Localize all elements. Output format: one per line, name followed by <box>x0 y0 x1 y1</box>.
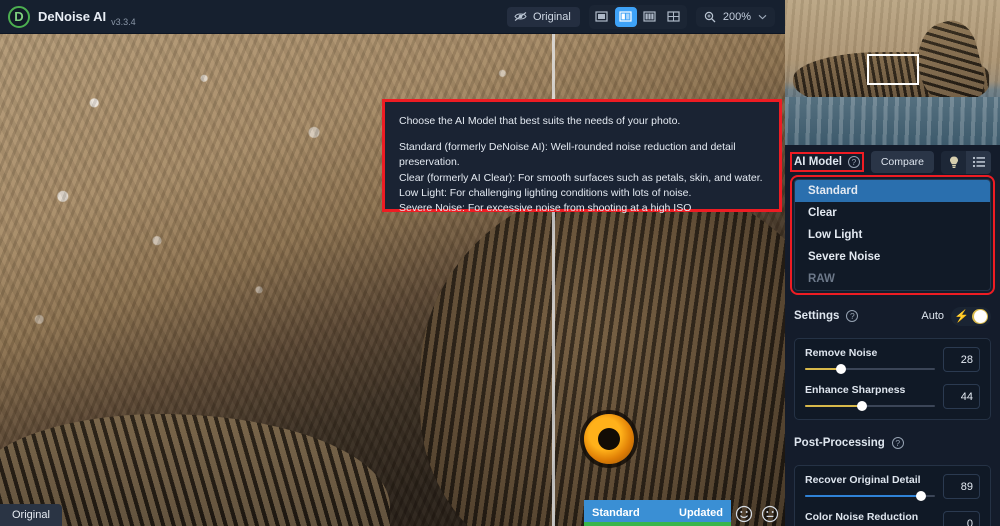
lightning-bolt-icon: ⚡ <box>954 309 969 323</box>
viewport-indicator[interactable] <box>867 54 919 85</box>
zoom-level-label: 200% <box>722 10 751 23</box>
view-tool-group <box>941 150 991 174</box>
tooltip-intro: Choose the AI Model that best suits the … <box>399 115 681 127</box>
tooltip-line-low-light: Low Light: For challenging lighting cond… <box>399 186 692 199</box>
slider-color-noise-reduction: Color Noise Reduction 0 <box>805 511 980 526</box>
split-pane-icon[interactable] <box>614 6 637 27</box>
recover-original-detail-knob[interactable] <box>915 491 926 501</box>
settings-label: Settings <box>794 310 840 322</box>
happy-face-icon[interactable] <box>735 505 753 523</box>
ai-model-tooltip: Choose the AI Model that best suits the … <box>382 99 782 214</box>
post-processing-header-row: Post-Processing ? <box>785 426 1000 460</box>
magnifier-icon <box>704 11 716 23</box>
enhance-sharpness-track[interactable] <box>805 401 935 411</box>
tooltip-line-clear: Clear (formerly AI Clear): For smooth su… <box>399 171 763 184</box>
original-toggle-button[interactable]: Original <box>506 6 580 27</box>
ai-model-actions: Compare <box>870 150 991 174</box>
enhance-sharpness-fill <box>805 405 863 407</box>
app-header: D DeNoise AI v3.3.4 Original 200% <box>0 0 785 34</box>
feedback-icon-group <box>735 505 779 523</box>
app-logo: D DeNoise AI v3.3.4 <box>0 5 136 28</box>
settings-header-row: Settings ? Auto ⚡ <box>785 299 1000 333</box>
status-model-label: Standard <box>592 507 640 519</box>
list-view-icon[interactable] <box>966 150 991 174</box>
app-title: DeNoise AI <box>38 9 107 24</box>
recover-original-detail-label: Recover Original Detail <box>805 474 921 486</box>
ai-model-header-row: AI Model ? Compare <box>785 145 1000 179</box>
remove-noise-label: Remove Noise <box>805 347 878 359</box>
tooltip-line-severe-noise: Severe Noise: For excessive noise from s… <box>399 202 692 215</box>
recover-original-detail-value[interactable]: 89 <box>943 474 980 499</box>
ai-model-label: AI Model <box>794 156 842 168</box>
single-pane-icon[interactable] <box>591 7 613 27</box>
view-mode-group <box>588 4 687 29</box>
header-toolbar: Original 200% <box>506 4 785 29</box>
tooltip-line-standard-1: Standard (formerly DeNoise AI): Well-rou… <box>399 141 736 154</box>
owl-pupil-region <box>598 428 620 450</box>
ai-model-help-icon[interactable]: ? <box>847 156 860 168</box>
post-processing-help-icon[interactable]: ? <box>891 437 904 449</box>
enhance-sharpness-knob[interactable] <box>857 401 868 411</box>
navigator-preview[interactable] <box>785 0 1000 145</box>
auto-toggle-group: Auto ⚡ <box>921 306 991 326</box>
model-option-standard[interactable]: Standard <box>795 180 990 202</box>
model-option-raw: RAW <box>808 273 835 285</box>
auto-toggle[interactable]: ⚡ <box>951 306 991 326</box>
grid-pane-icon[interactable] <box>663 7 685 27</box>
auto-label: Auto <box>921 310 944 322</box>
enhance-sharpness-value[interactable]: 44 <box>943 384 980 409</box>
app-version: v3.3.4 <box>111 16 136 27</box>
neutral-face-icon[interactable] <box>761 505 779 523</box>
auto-toggle-pill <box>971 308 988 324</box>
zoom-control[interactable]: 200% <box>695 6 775 27</box>
right-sidebar: AI Model ? Compare Standard Clear Low Li… <box>785 0 1000 526</box>
ai-model-dropdown[interactable]: Standard Clear Low Light Severe Noise RA… <box>790 175 995 295</box>
three-pane-icon[interactable] <box>639 7 661 27</box>
ai-model-label-group: AI Model ? <box>790 152 864 172</box>
slider-remove-noise: Remove Noise 28 <box>805 347 980 374</box>
original-button-label: Original <box>532 10 571 23</box>
processing-progress-bar <box>584 522 731 526</box>
navigator-water <box>785 97 1000 145</box>
post-processing-label: Post-Processing <box>794 437 885 449</box>
tooltip-line-standard-2: preservation. <box>399 156 460 169</box>
lightbulb-icon[interactable] <box>941 150 966 174</box>
settings-help-icon[interactable]: ? <box>846 310 859 322</box>
denoise-ai-window: D DeNoise AI v3.3.4 Original 200% Origin… <box>0 0 1000 526</box>
model-option-clear[interactable]: Clear <box>795 202 990 224</box>
eye-slash-icon <box>514 11 527 22</box>
topaz-logo-icon: D <box>8 5 30 28</box>
model-option-low-light[interactable]: Low Light <box>795 224 990 246</box>
settings-sliders: Remove Noise 28 Enhance Sharpness 44 <box>794 338 991 420</box>
remove-noise-value[interactable]: 28 <box>943 347 980 372</box>
post-processing-sliders: Recover Original Detail 89 Color Noise R… <box>794 465 991 526</box>
enhance-sharpness-label: Enhance Sharpness <box>805 384 906 396</box>
original-label-badge: Original <box>0 504 62 526</box>
chevron-down-icon <box>758 14 767 20</box>
color-noise-reduction-label: Color Noise Reduction <box>805 511 919 523</box>
recover-original-detail-track[interactable] <box>805 491 935 501</box>
slider-recover-original-detail: Recover Original Detail 89 <box>805 474 980 501</box>
remove-noise-track[interactable] <box>805 364 935 374</box>
recover-original-detail-fill <box>805 495 921 497</box>
model-option-severe-noise[interactable]: Severe Noise <box>795 246 990 268</box>
slider-enhance-sharpness: Enhance Sharpness 44 <box>805 384 980 411</box>
compare-button[interactable]: Compare <box>870 151 934 173</box>
color-noise-reduction-value[interactable]: 0 <box>943 511 980 526</box>
status-state-label: Updated <box>679 507 723 519</box>
